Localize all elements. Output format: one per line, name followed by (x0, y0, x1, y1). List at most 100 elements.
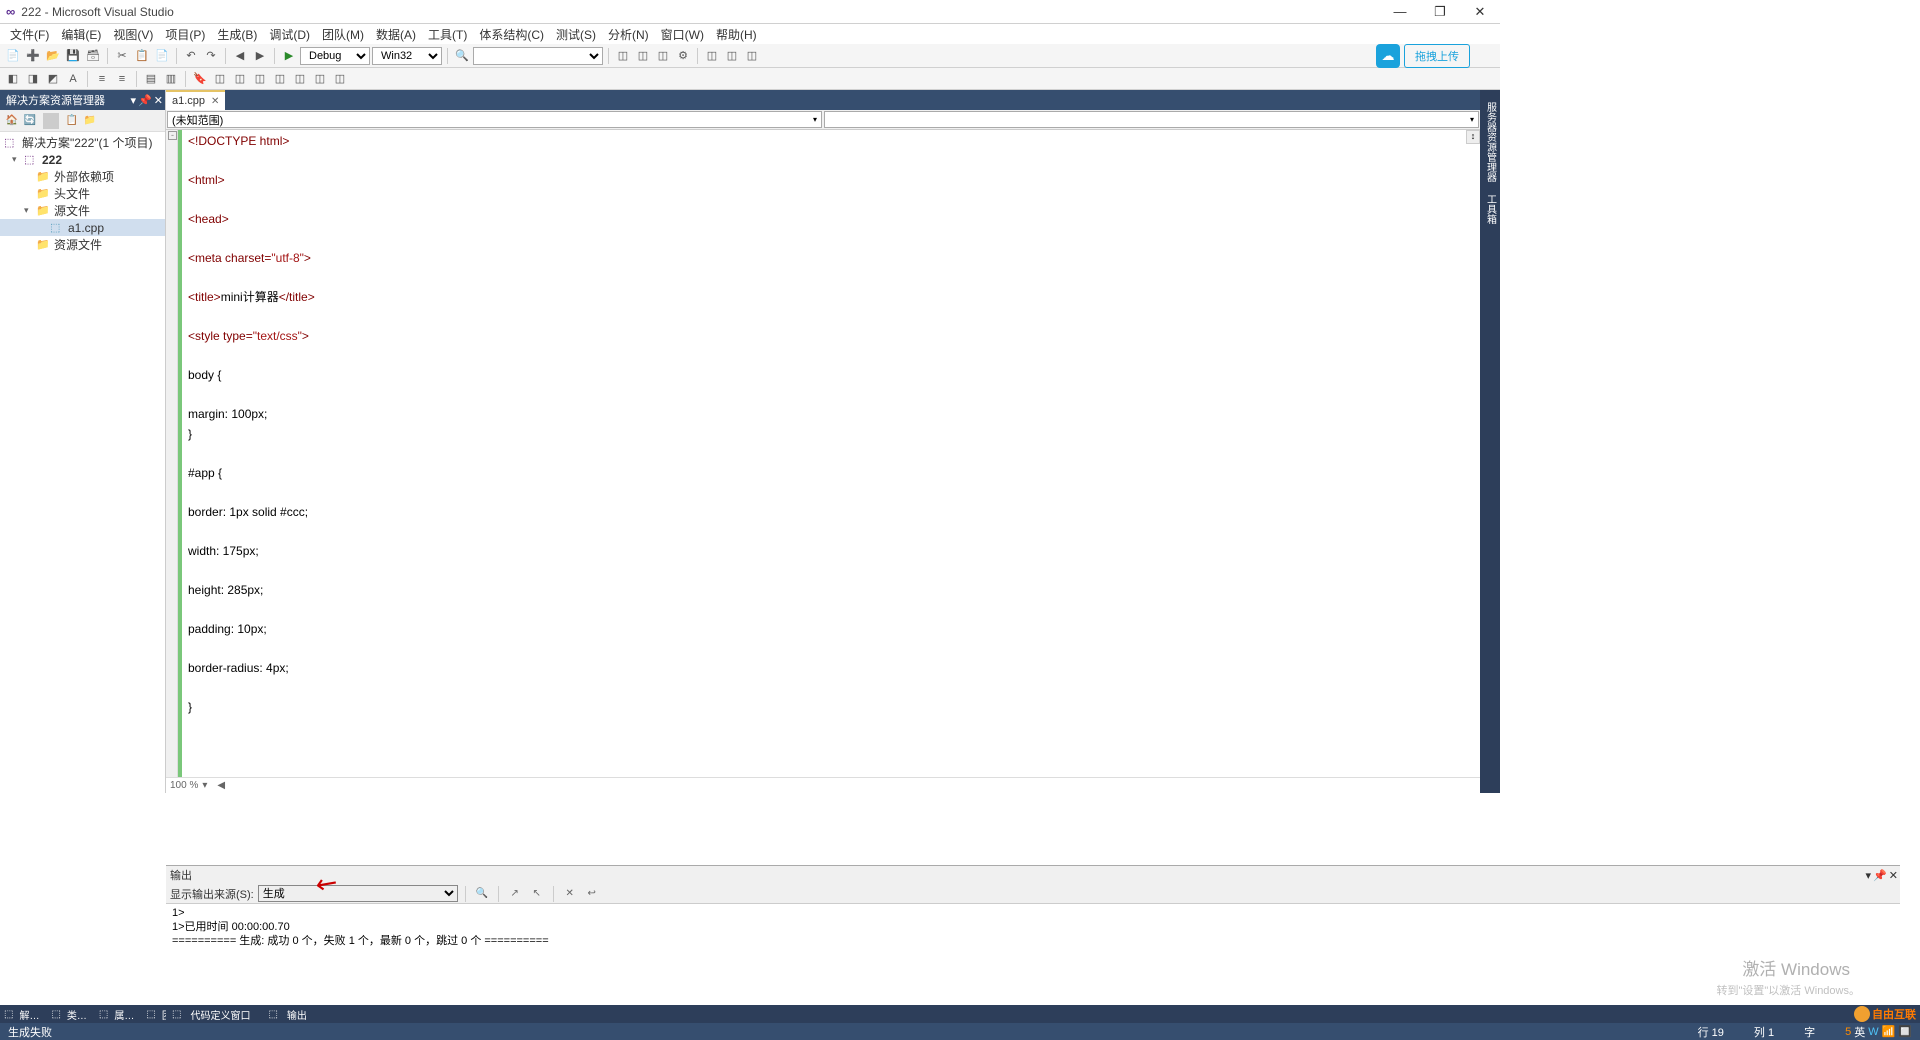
menu-analyze[interactable]: 分析(N) (602, 26, 655, 43)
tb2-icon1[interactable]: ◧ (4, 70, 22, 88)
file-tab[interactable]: a1.cpp ✕ (166, 90, 225, 110)
tb2-icon6[interactable]: ◫ (231, 70, 249, 88)
add-item-icon[interactable]: ➕ (24, 47, 42, 65)
refresh-icon[interactable]: 🔄 (22, 113, 38, 129)
output-source-dropdown[interactable]: 生成 (258, 885, 458, 902)
output-dropdown-icon[interactable]: ▾ (1866, 869, 1872, 882)
outdent-icon[interactable]: ≡ (113, 70, 131, 88)
zoom-level[interactable]: 100 % (170, 780, 198, 791)
properties-icon[interactable]: 📋 (64, 113, 80, 129)
menu-file[interactable]: 文件(F) (4, 26, 55, 43)
save-all-icon[interactable]: 🗃 (84, 47, 102, 65)
menu-debug[interactable]: 调试(D) (263, 26, 316, 43)
tree-sources-node[interactable]: ▾ 📁 源文件 (0, 202, 165, 219)
paste-icon[interactable]: 📄 (153, 47, 171, 65)
tree-headers-node[interactable]: 📁 头文件 (0, 185, 165, 202)
tree-project-node[interactable]: ▾ ⬚ 222 (0, 151, 165, 168)
close-button[interactable]: ✕ (1460, 0, 1500, 24)
maximize-button[interactable]: ❐ (1420, 0, 1460, 24)
output-close-icon[interactable]: ✕ (1889, 869, 1898, 882)
menu-edit[interactable]: 编辑(E) (55, 26, 107, 43)
home-icon[interactable]: 🏠 (4, 113, 20, 129)
tb2-icon7[interactable]: ◫ (251, 70, 269, 88)
tb-misc1-icon[interactable]: ◫ (614, 47, 632, 65)
comment-icon[interactable]: ▤ (142, 70, 160, 88)
tb2-icon3[interactable]: ◩ (44, 70, 62, 88)
output-prev-icon[interactable]: ↖ (528, 886, 546, 902)
new-project-icon[interactable]: 📄 (4, 47, 22, 65)
tb-misc2-icon[interactable]: ◫ (634, 47, 652, 65)
menu-view[interactable]: 视图(V) (107, 26, 159, 43)
code-content[interactable]: <!DOCTYPE html> <html> <head> <meta char… (182, 130, 1480, 777)
tb2-icon10[interactable]: ◫ (311, 70, 329, 88)
scope-dropdown[interactable]: (未知范围) ▾ (167, 111, 822, 128)
menu-project[interactable]: 项目(P) (159, 26, 211, 43)
menu-window[interactable]: 窗口(W) (655, 26, 710, 43)
output-pin-icon[interactable]: 📌 (1873, 869, 1887, 882)
copy-icon[interactable]: 📋 (133, 47, 151, 65)
indent-icon[interactable]: ≡ (93, 70, 111, 88)
save-icon[interactable]: 💾 (64, 47, 82, 65)
tb-misc5-icon[interactable]: ◫ (703, 47, 721, 65)
tb2-icon8[interactable]: ◫ (271, 70, 289, 88)
menu-test[interactable]: 测试(S) (550, 26, 602, 43)
tb-misc7-icon[interactable]: ◫ (743, 47, 761, 65)
tree-solution-node[interactable]: ⬚ 解决方案"222"(1 个项目) (0, 134, 165, 151)
btab-solution[interactable]: ⬚ 解… (0, 1007, 47, 1022)
output-goto-icon[interactable]: ↗ (506, 886, 524, 902)
btab-output[interactable]: ⬚ 输出 (262, 1007, 318, 1022)
btab-code-def[interactable]: ⬚ 代码定义窗口 (166, 1007, 262, 1022)
output-clear-icon[interactable]: ✕ (561, 886, 579, 902)
upload-button[interactable]: ☁ 拖拽上传 (1376, 44, 1470, 68)
find-dropdown[interactable] (473, 47, 603, 65)
start-debug-icon[interactable]: ▶ (280, 47, 298, 65)
show-all-icon[interactable]: 📁 (82, 113, 98, 129)
tb-misc4-icon[interactable]: ⚙ (674, 47, 692, 65)
cut-icon[interactable]: ✂ (113, 47, 131, 65)
toolbox-tab[interactable]: 工具箱 (1481, 190, 1500, 228)
nav-fwd-icon[interactable]: ▶ (251, 47, 269, 65)
split-icon[interactable]: ↕ (1466, 130, 1480, 144)
uncomment-icon[interactable]: ▥ (162, 70, 180, 88)
bookmark-icon[interactable]: 🔖 (191, 70, 209, 88)
output-content[interactable]: 1> 1>已用时间 00:00:00.70 ========== 生成: 成功 … (166, 904, 1900, 950)
tb-misc3-icon[interactable]: ◫ (654, 47, 672, 65)
panel-pin-icon[interactable]: 📌 (138, 94, 152, 107)
tb2-icon2[interactable]: ◨ (24, 70, 42, 88)
nav-back-icon[interactable]: ◀ (231, 47, 249, 65)
config-dropdown[interactable]: Debug (300, 47, 370, 65)
minimize-button[interactable]: — (1380, 0, 1420, 24)
tree-file-node[interactable]: ⬚ a1.cpp (0, 219, 165, 236)
tb2-icon11[interactable]: ◫ (331, 70, 349, 88)
platform-dropdown[interactable]: Win32 (372, 47, 442, 65)
zoom-dropdown-icon[interactable]: ▾ (202, 780, 207, 791)
output-find-icon[interactable]: 🔍 (473, 886, 491, 902)
btab-class[interactable]: ⬚ 类… (47, 1007, 94, 1022)
find-icon[interactable]: 🔍 (453, 47, 471, 65)
undo-icon[interactable]: ↶ (182, 47, 200, 65)
open-file-icon[interactable]: 📂 (44, 47, 62, 65)
redo-icon[interactable]: ↷ (202, 47, 220, 65)
output-wrap-icon[interactable]: ↩ (583, 886, 601, 902)
menu-team[interactable]: 团队(M) (316, 26, 370, 43)
tb2-icon4[interactable]: A (64, 70, 82, 88)
code-editor[interactable]: - <!DOCTYPE html> <html> <head> <meta ch… (166, 130, 1480, 777)
menu-help[interactable]: 帮助(H) (710, 26, 763, 43)
panel-close-icon[interactable]: ✕ (154, 94, 163, 107)
member-dropdown[interactable]: ▾ (824, 111, 1479, 128)
btab-props[interactable]: ⬚ 属… (95, 1007, 142, 1022)
tb2-icon5[interactable]: ◫ (211, 70, 229, 88)
tree-deps-node[interactable]: 📁 外部依赖项 (0, 168, 165, 185)
tree-resources-node[interactable]: 📁 资源文件 (0, 236, 165, 253)
menu-tools[interactable]: 工具(T) (422, 26, 473, 43)
expand-arrow-icon[interactable]: ▾ (12, 154, 24, 165)
tb2-icon9[interactable]: ◫ (291, 70, 309, 88)
expand-arrow-icon[interactable]: ▾ (24, 205, 36, 216)
panel-dropdown-icon[interactable]: ▾ (131, 94, 137, 107)
scroll-left-icon[interactable]: ◀ (217, 780, 225, 791)
outline-toggle-icon[interactable]: - (168, 131, 177, 140)
menu-data[interactable]: 数据(A) (370, 26, 422, 43)
menu-arch[interactable]: 体系结构(C) (473, 26, 550, 43)
tab-close-icon[interactable]: ✕ (211, 96, 219, 107)
tb-misc6-icon[interactable]: ◫ (723, 47, 741, 65)
